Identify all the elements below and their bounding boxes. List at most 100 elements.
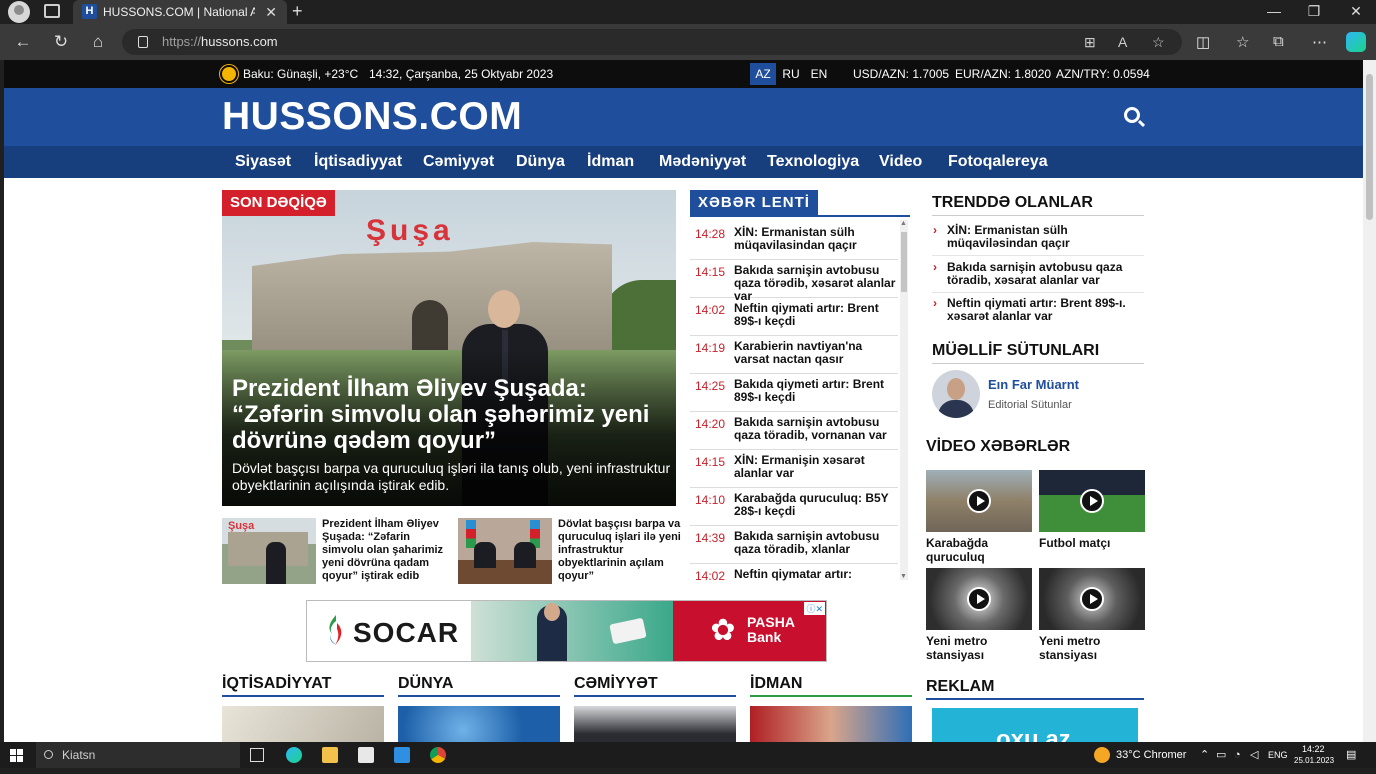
site-favicon-icon: H bbox=[82, 4, 97, 19]
related-article-2[interactable]: Dövlat başçısı barpa va quruculuq işlari… bbox=[458, 518, 688, 586]
video-thumbnail bbox=[1039, 470, 1145, 532]
news-feed-item[interactable]: 14:02 Neftin qiymati artır: Brent 89$-ı k… bbox=[690, 298, 898, 336]
chevron-right-icon: › bbox=[933, 260, 937, 274]
page-scrollbar[interactable] bbox=[1363, 60, 1376, 742]
reklam-banner[interactable]: oxu.az bbox=[932, 708, 1138, 742]
store-icon[interactable] bbox=[358, 747, 374, 763]
news-feed-item[interactable]: 14:15 Bakıda sarnişin avtobusu qaza törəd… bbox=[690, 260, 898, 303]
notifications-icon[interactable]: ▤ bbox=[1346, 742, 1356, 768]
main-nav: Siyasət İqtisadiyyat Cəmiyyət Dünya İdma… bbox=[4, 146, 1363, 178]
app-available-icon[interactable]: ⊞ bbox=[1084, 34, 1096, 51]
trending-item[interactable]: › Bakıda sarnişin avtobusu qaza töradib, … bbox=[932, 261, 1144, 287]
favorites-icon[interactable]: ☆ bbox=[1236, 33, 1249, 51]
play-icon bbox=[1080, 587, 1104, 611]
trending-title: TRENDDƏ OLANLAR bbox=[932, 194, 1093, 211]
related-article-1-title[interactable]: Prezident İlham Əliyev Şuşada: “Zəfarin … bbox=[322, 518, 450, 583]
author-role: Editorial Sütunlar bbox=[988, 399, 1072, 411]
site-header: HUSSONS.COM bbox=[4, 88, 1363, 146]
taskbar-search[interactable]: Kiatsn bbox=[36, 742, 240, 768]
new-tab-icon[interactable]: + bbox=[292, 0, 303, 22]
news-feed-item[interactable]: 14:25 Bakıda qiymeti artır: Brent 89$-ı k… bbox=[690, 374, 898, 412]
nav-cemiyyet[interactable]: Cəmiyyət bbox=[423, 146, 494, 178]
back-icon[interactable]: ← bbox=[12, 32, 34, 54]
breaking-badge: SON DƏQİQƏ bbox=[222, 190, 335, 216]
lang-ru[interactable]: RU bbox=[778, 63, 804, 85]
edge-icon[interactable] bbox=[286, 747, 302, 763]
copilot-icon[interactable] bbox=[1346, 32, 1366, 52]
split-screen-icon[interactable]: ◫ bbox=[1196, 33, 1210, 51]
network-icon[interactable]: ▭ bbox=[1216, 742, 1226, 768]
lang-az[interactable]: AZ bbox=[750, 63, 776, 85]
ad-banner[interactable]: SOCAR ✿ PASHA Bank ⓘ✕ bbox=[306, 600, 827, 662]
volume-icon[interactable]: ◁ bbox=[1250, 742, 1258, 768]
news-feed-item[interactable]: 14:02 Neftin qiymatar artır: bbox=[690, 564, 898, 584]
news-feed-item[interactable]: 14:19 Karabierin navtiyan'na varsat nacta… bbox=[690, 336, 898, 374]
tray-date[interactable]: 25.01.2023 bbox=[1294, 748, 1334, 774]
collections-icon[interactable]: ⧉ bbox=[1273, 33, 1284, 50]
hero-article[interactable]: Şuşa SON DƏQİQƏ Prezident İlham Əliyev Ş… bbox=[222, 190, 676, 506]
video-thumbnail bbox=[926, 568, 1032, 630]
nav-video[interactable]: Video bbox=[879, 146, 922, 178]
rate-usd: USD/AZN: 1.7005 bbox=[853, 67, 950, 81]
windows-start-icon[interactable] bbox=[10, 749, 23, 762]
close-tab-icon[interactable]: ✕ bbox=[265, 0, 277, 24]
file-explorer-icon[interactable] bbox=[322, 747, 338, 763]
chrome-icon[interactable] bbox=[430, 747, 446, 763]
play-icon bbox=[967, 489, 991, 513]
tray-chevron-icon[interactable]: ⌃ bbox=[1200, 742, 1209, 768]
trending-item[interactable]: › Neftin qiymati artır: Brent 89$-ı. xəsa… bbox=[932, 297, 1144, 323]
video-item[interactable]: Karabağda quruculuq bbox=[926, 470, 1032, 566]
nav-medeniyyet[interactable]: Mədəniyyət bbox=[659, 146, 746, 178]
browser-tab-strip: H HUSSONS.COM | National Azerbaijan News… bbox=[0, 0, 1376, 24]
minimize-icon[interactable]: — bbox=[1262, 0, 1286, 22]
browser-tab-active[interactable]: H HUSSONS.COM | National Azerbaijan News… bbox=[73, 0, 287, 24]
home-icon[interactable]: ⌂ bbox=[87, 32, 109, 54]
read-aloud-icon[interactable]: A bbox=[1118, 34, 1127, 50]
news-feed-item[interactable]: 14:28 XİN: Ermanistan sülh müqavilasindan… bbox=[690, 222, 898, 260]
nav-idman[interactable]: İdman bbox=[587, 146, 634, 178]
taskbar-weather[interactable]: 33°C Chromer bbox=[1116, 742, 1186, 768]
video-item[interactable]: Futbol matçı bbox=[1039, 470, 1145, 566]
news-feed-item[interactable]: 14:10 Karabağda quruculuq: B5Y 28$-ı keçd… bbox=[690, 488, 898, 526]
lang-en[interactable]: EN bbox=[806, 63, 832, 85]
author-card[interactable]: Eın Far Müarnt Editorial Sütunlar bbox=[932, 370, 1144, 420]
refresh-icon[interactable]: ↻ bbox=[50, 32, 72, 54]
tray-language[interactable]: ENG bbox=[1268, 742, 1288, 768]
favorite-star-icon[interactable]: ☆ bbox=[1152, 34, 1165, 51]
video-item[interactable]: Yeni metro stansiyası bbox=[1039, 568, 1145, 664]
site-logo[interactable]: HUSSONS.COM bbox=[222, 95, 522, 139]
task-view-icon[interactable] bbox=[250, 748, 264, 762]
sun-weather-icon bbox=[222, 67, 236, 81]
nav-siyaset[interactable]: Siyasət bbox=[235, 146, 291, 178]
pasha-line1: PASHA bbox=[747, 614, 795, 630]
hero-title[interactable]: Prezident İlham Əliyev Şuşada: “Zəfərin … bbox=[232, 376, 662, 454]
restore-icon[interactable]: ❐ bbox=[1302, 0, 1326, 22]
trending-item[interactable]: › XİN: Ermanistan sülh müqaviləsindan qaç… bbox=[932, 224, 1144, 250]
videos-title: VİDEO XƏBƏRLƏR bbox=[926, 438, 1071, 455]
profile-avatar-icon[interactable] bbox=[8, 1, 30, 23]
tab-actions-icon[interactable] bbox=[44, 4, 60, 18]
news-feed-item[interactable]: 14:20 Bakıda sarnişin avtobusu qaza törad… bbox=[690, 412, 898, 450]
nav-dunya[interactable]: Dünya bbox=[516, 146, 565, 178]
nav-iqtisadiyyat[interactable]: İqtisadiyyat bbox=[314, 146, 402, 178]
address-bar[interactable]: https://hussons.com bbox=[122, 29, 1182, 55]
lock-icon bbox=[138, 36, 148, 48]
ad-close-icon[interactable]: ⓘ✕ bbox=[804, 602, 825, 615]
more-menu-icon[interactable]: ⋯ bbox=[1312, 33, 1327, 51]
scroll-down-icon: ▼ bbox=[900, 573, 907, 580]
top-info-strip: Baku: Günaşli, +23°C 14:32, Çarşanba, 25… bbox=[4, 60, 1363, 88]
nav-fotoqalereya[interactable]: Fotoqalereya bbox=[948, 146, 1048, 178]
news-feed-item[interactable]: 14:39 Bakıda sarnişin avtobusu qaza törad… bbox=[690, 526, 898, 564]
close-window-icon[interactable]: ✕ bbox=[1344, 0, 1368, 22]
video-item[interactable]: Yeni metro stansiyası bbox=[926, 568, 1032, 664]
news-feed-scrollbar[interactable]: ▲ ▼ bbox=[900, 220, 908, 580]
news-feed-item[interactable]: 14:15 XİN: Ermanişin xəsarət alanlar var bbox=[690, 450, 898, 488]
search-icon[interactable] bbox=[1124, 107, 1140, 123]
related-article-1[interactable]: Şuşa Prezident İlham Əliyev Şuşada: “Zəf… bbox=[222, 518, 452, 586]
wifi-icon[interactable]: ◔ bbox=[1234, 742, 1241, 768]
nav-texnologiya[interactable]: Texnologiya bbox=[767, 146, 859, 178]
weather-sun-icon bbox=[1094, 747, 1110, 763]
mail-icon[interactable] bbox=[394, 747, 410, 763]
related-article-2-title[interactable]: Dövlat başçısı barpa va quruculuq işlari… bbox=[558, 518, 686, 583]
author-name[interactable]: Eın Far Müarnt bbox=[988, 377, 1079, 392]
